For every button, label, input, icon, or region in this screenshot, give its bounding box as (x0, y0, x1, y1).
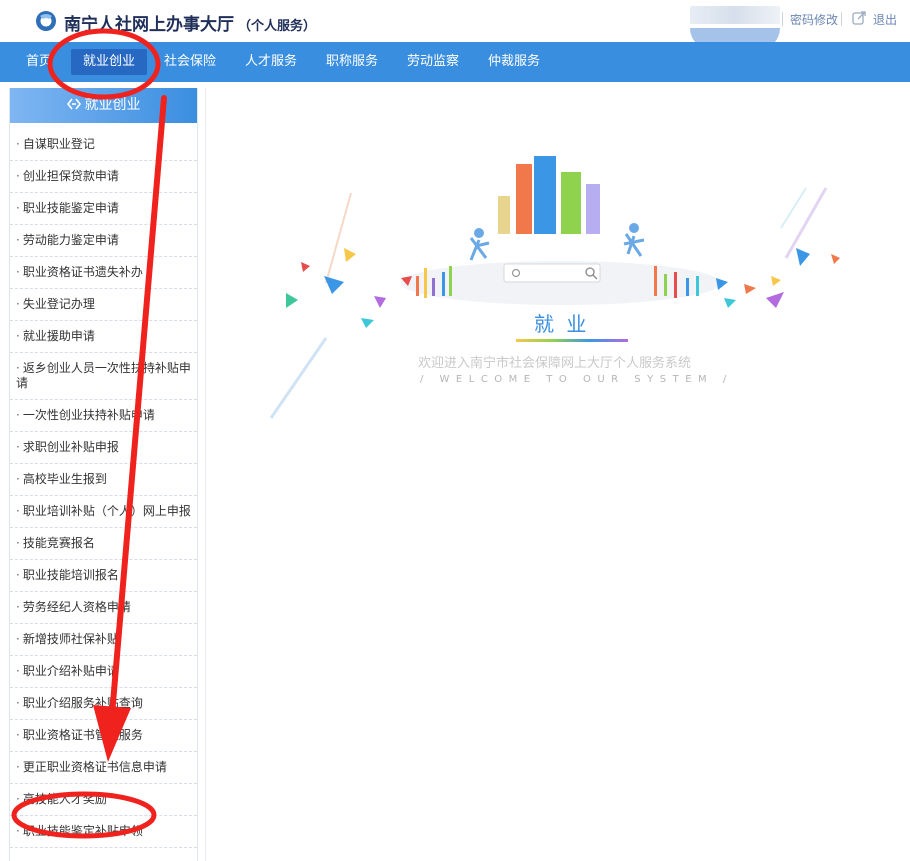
double-chevron-icon (66, 98, 81, 110)
sidebar-item[interactable]: · 求职创业补贴申报 (10, 432, 197, 464)
sidebar-item[interactable]: · 职业介绍补贴申请 (10, 656, 197, 688)
sidebar-list: · 自谋职业登记 · 创业担保贷款申请 · 职业技能鉴定申请 · 劳动能力鉴定申请 · 职… (10, 129, 197, 848)
sidebar-item[interactable]: · 高校毕业生报到 (10, 464, 197, 496)
welcome-english: / WELCOME TO OUR SYSTEM / (420, 374, 733, 385)
nav-home[interactable]: 首页 (26, 42, 52, 82)
sidebar-item-label: 职业技能鉴定申请 (22, 201, 119, 215)
logo-icon (36, 11, 56, 31)
sidebar-item-label: 职业资格证书遗失补办 (22, 265, 143, 279)
sidebar-item-label: 高校毕业生报到 (22, 472, 107, 486)
header: 南宁人社网上办事大厅 （个人服务） 密码修改 退出 (0, 0, 910, 50)
site-subtitle: （个人服务） (238, 19, 317, 34)
sidebar-item-label: 职业技能培训报名 (22, 568, 119, 582)
sidebar-item[interactable]: · 劳动能力鉴定申请 (10, 225, 197, 257)
sidebar-item[interactable]: · 返乡创业人员一次性扶持补贴申请 (10, 353, 197, 400)
sidebar-item-label: 创业担保贷款申请 (22, 169, 119, 183)
sidebar: 就业创业 · 自谋职业登记 · 创业担保贷款申请 · 职业技能鉴定申请 · 劳动能力鉴定… (9, 88, 198, 861)
sidebar-item[interactable]: · 职业介绍服务补贴查询 (10, 688, 197, 720)
sidebar-item[interactable]: · 更正职业资格证书信息申请 (10, 752, 197, 784)
sidebar-item-label: 劳动能力鉴定申请 (22, 233, 119, 247)
header-divider (841, 12, 842, 26)
site-title: 南宁人社网上办事大厅 （个人服务） (64, 10, 316, 35)
welcome-title: 就 业 (534, 312, 590, 336)
nav-labor-inspection[interactable]: 劳动监察 (407, 42, 459, 82)
header-divider (782, 12, 783, 26)
sidebar-item[interactable]: · 新增技师社保补贴 (10, 624, 197, 656)
sidebar-item-label: 劳务经纪人资格申请 (22, 600, 131, 614)
main-nav: 首页 就业创业 社会保险 人才服务 职称服务 劳动监察 仲裁服务 (0, 42, 910, 82)
page: 南宁人社网上办事大厅 （个人服务） 密码修改 退出 首页 就业创业 社会保险 人才… (0, 0, 910, 861)
sidebar-item[interactable]: · 职业资格证书遗失补办 (10, 257, 197, 289)
sidebar-item[interactable]: · 劳务经纪人资格申请 (10, 592, 197, 624)
change-password-link[interactable]: 密码修改 (790, 11, 838, 28)
nav-social-insurance[interactable]: 社会保险 (164, 42, 216, 82)
sidebar-item[interactable]: · 失业登记办理 (10, 289, 197, 321)
nav-title-service[interactable]: 职称服务 (326, 42, 378, 82)
sidebar-item-label: 职业介绍补贴申请 (22, 664, 119, 678)
sidebar-item-label: 职业资格证书管理服务 (22, 728, 143, 742)
sidebar-item-label: 技能竞赛报名 (22, 536, 95, 550)
sidebar-item[interactable]: · 职业资格证书管理服务 (10, 720, 197, 752)
nav-employment[interactable]: 就业创业 (71, 49, 148, 75)
sidebar-item[interactable]: · 职业技能培训报名 (10, 560, 197, 592)
sidebar-item[interactable]: · 自谋职业登记 (10, 129, 197, 161)
sidebar-item[interactable]: · 一次性创业扶持补贴申请 (10, 400, 197, 432)
sidebar-item-label: 求职创业补贴申报 (22, 440, 119, 454)
nav-arbitration[interactable]: 仲裁服务 (488, 42, 540, 82)
sidebar-item[interactable]: · 就业援助申请 (10, 321, 197, 353)
sidebar-item-label: 职业培训补贴（个人）网上申报 (22, 504, 191, 518)
user-info-blurred (690, 6, 780, 24)
main-content: 就 业 欢迎进入南宁市社会保障网上大厅个人服务系统 / WELCOME TO O… (205, 88, 910, 861)
sidebar-item-label: 就业援助申请 (22, 329, 95, 343)
sidebar-item[interactable]: · 创业担保贷款申请 (10, 161, 197, 193)
logout-icon[interactable] (851, 10, 867, 26)
sidebar-item-label: 失业登记办理 (22, 297, 95, 311)
sidebar-item[interactable]: · 职业技能鉴定申请 (10, 193, 197, 225)
sidebar-item-label: 职业技能鉴定补贴申领 (22, 824, 143, 838)
sidebar-item[interactable]: · 技能竞赛报名 (10, 528, 197, 560)
sidebar-item-label: 高技能人才奖励 (22, 792, 107, 806)
sidebar-item-label: 新增技师社保补贴 (22, 632, 119, 646)
sidebar-title: 就业创业 (84, 97, 141, 113)
sidebar-item-label: 自谋职业登记 (22, 137, 95, 151)
sidebar-item-label: 一次性创业扶持补贴申请 (22, 408, 155, 422)
sidebar-item[interactable]: · 职业技能鉴定补贴申领 (10, 816, 197, 848)
site-title-text: 南宁人社网上办事大厅 (64, 15, 234, 35)
sidebar-header: 就业创业 (10, 88, 197, 123)
sidebar-item[interactable]: · 高技能人才奖励 (10, 784, 197, 816)
logout-link[interactable]: 退出 (873, 11, 897, 28)
sidebar-item-label: 返乡创业人员一次性扶持补贴申请 (16, 361, 191, 390)
sidebar-item[interactable]: · 职业培训补贴（个人）网上申报 (10, 496, 197, 528)
nav-talent-service[interactable]: 人才服务 (245, 42, 297, 82)
sidebar-item-label: 职业介绍服务补贴查询 (22, 696, 143, 710)
sidebar-item-label: 更正职业资格证书信息申请 (22, 760, 167, 774)
welcome-text: 欢迎进入南宁市社会保障网上大厅个人服务系统 (418, 356, 692, 371)
